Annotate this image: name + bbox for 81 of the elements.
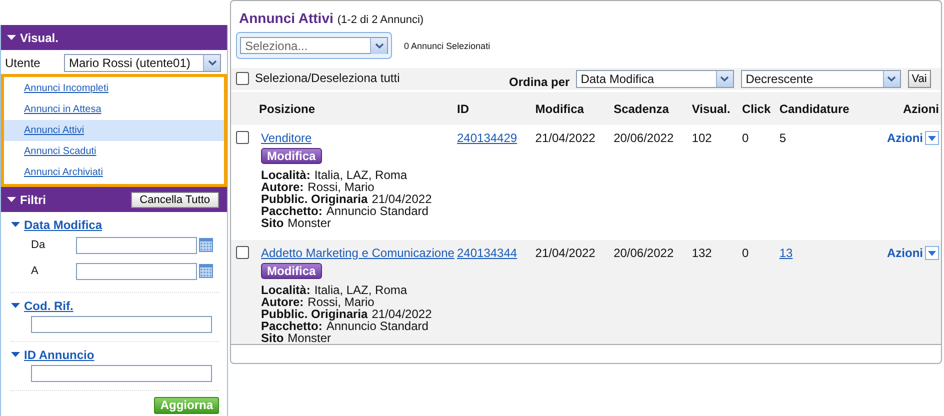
page-title: Annunci Attivi — [239, 10, 334, 26]
section-title: Filtri — [20, 192, 46, 206]
detail-value: Annuncio Standard — [326, 320, 428, 332]
field-label: Da — [31, 239, 46, 251]
user-label: Utente — [5, 56, 40, 70]
filter-title-link[interactable]: ID Annuncio — [24, 348, 94, 362]
column-header: ID — [457, 102, 469, 116]
detail-value: 21/04/2022 — [372, 193, 432, 205]
go-button[interactable]: Vai — [908, 70, 931, 88]
detail-value: Rossi, Mario — [308, 296, 374, 308]
column-header: Azioni — [903, 102, 939, 116]
detail-value: Annuncio Standard — [326, 205, 428, 217]
table-cell: 132 — [692, 246, 712, 260]
detail-value: Monster — [288, 332, 332, 344]
job-title-link[interactable]: Addetto Marketing e Comunicazione — [261, 246, 454, 260]
table-cell: 5 — [779, 131, 786, 145]
selected-count: 0 Annunci Selezionati — [404, 40, 490, 50]
detail-label: Pacchetto: — [261, 320, 322, 332]
column-header: Candidature — [779, 102, 850, 116]
detail-label: Sito — [261, 332, 284, 344]
table-cell: 0 — [742, 246, 749, 260]
actions-link[interactable]: Azioni — [887, 246, 923, 260]
checkbox[interactable] — [236, 131, 249, 144]
menu-item[interactable]: Annunci Incompleti — [4, 78, 224, 99]
filter-title-link[interactable]: Cod. Rif. — [24, 299, 74, 313]
column-header: Scadenza — [614, 102, 669, 116]
detail-label: Autore: — [261, 296, 304, 308]
detail-value: Italia, LAZ, Roma — [314, 284, 408, 296]
user-dropdown[interactable]: Mario Rossi (utente01) — [64, 54, 221, 72]
table-cell: 21/04/2022 — [535, 246, 596, 260]
sort-order-dropdown[interactable]: Decrescente — [740, 70, 901, 88]
section-header[interactable]: Visual. — [1, 25, 227, 50]
calendar-icon[interactable] — [199, 264, 213, 278]
actions-link[interactable]: Azioni — [887, 131, 923, 145]
section-header[interactable]: Filtri Cancella Tutto — [1, 187, 227, 212]
detail-value: Monster — [288, 217, 332, 229]
bulk-action-dropdown[interactable]: Seleziona... — [240, 37, 388, 54]
detail-label: Località: — [261, 284, 310, 296]
checkbox[interactable] — [236, 246, 249, 259]
table-cell: 20/06/2022 — [614, 131, 674, 145]
menu-item[interactable]: Annunci in Attesa — [4, 99, 224, 120]
edit-button[interactable]: Modifica — [261, 263, 322, 279]
detail-label: Pacchetto: — [261, 205, 322, 217]
applications-link[interactable]: 13 — [779, 246, 793, 260]
edit-button[interactable]: Modifica — [261, 148, 322, 164]
table-cell: 21/04/2022 — [535, 131, 596, 145]
menu-item[interactable]: Annunci Attivi — [4, 120, 224, 141]
column-header: Visual. — [692, 102, 730, 116]
field-label: A — [31, 265, 40, 277]
column-header: Modifica — [535, 102, 584, 116]
job-title-link[interactable]: Venditore — [261, 131, 312, 145]
detail-value: Italia, LAZ, Roma — [314, 169, 408, 181]
detail-label: Pubblic. Originaria — [261, 193, 368, 205]
date-field[interactable] — [76, 236, 197, 254]
calendar-icon[interactable] — [199, 238, 213, 252]
detail-label: Autore: — [261, 181, 304, 193]
column-header: Posizione — [259, 102, 316, 116]
detail-label: Sito — [261, 217, 284, 229]
table-cell: 102 — [692, 131, 712, 145]
id-link[interactable]: 240134344 — [457, 246, 518, 260]
menu-item[interactable]: Annunci Scaduti — [4, 141, 224, 162]
sort-label: Ordina per — [509, 74, 570, 89]
detail-label: Pubblic. Originaria — [261, 308, 368, 320]
detail-value: Rossi, Mario — [308, 181, 374, 193]
sort-field-dropdown[interactable]: Data Modifica — [576, 70, 734, 88]
detail-label: Località: — [261, 169, 310, 181]
detail-value: 21/04/2022 — [372, 308, 432, 320]
table-cell: 0 — [742, 131, 749, 145]
column-header: Click — [742, 102, 771, 116]
input-field[interactable] — [31, 365, 212, 382]
result-count: (1-2 di 2 Annunci) — [337, 14, 424, 26]
id-link[interactable]: 240134429 — [457, 131, 518, 145]
input-field[interactable] — [31, 316, 212, 333]
date-field[interactable] — [76, 262, 197, 280]
section-title: Visual. — [20, 30, 58, 44]
checkbox-label: Seleziona/Deseleziona tutti — [255, 71, 400, 85]
menu-item[interactable]: Annunci Archiviati — [4, 162, 224, 183]
table-cell: 20/06/2022 — [614, 246, 674, 260]
clear-all-button[interactable]: Cancella Tutto — [130, 192, 219, 208]
filter-title-link[interactable]: Data Modifica — [24, 218, 102, 232]
checkbox[interactable] — [236, 72, 249, 84]
